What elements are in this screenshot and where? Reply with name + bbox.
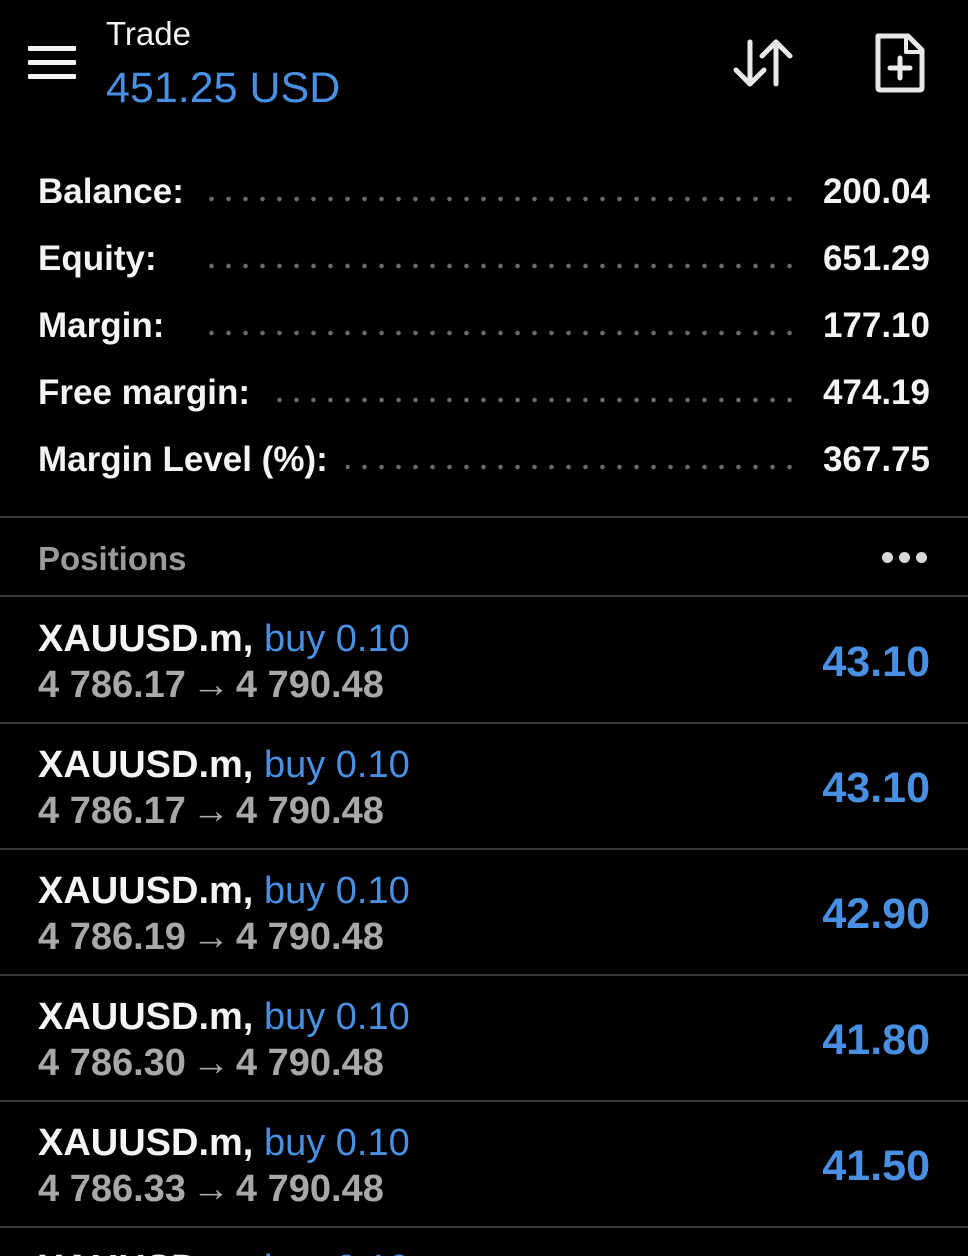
hamburger-menu-icon[interactable] <box>28 46 76 80</box>
open-price: 4 786.19 <box>38 916 186 958</box>
arrow-right-icon: → <box>191 664 230 706</box>
open-price: 4 786.17 <box>38 790 186 832</box>
summary-label: Margin: <box>38 306 183 346</box>
sort-arrows-icon[interactable] <box>732 36 794 90</box>
summary-label: Margin Level (%): <box>38 440 346 480</box>
position-row[interactable]: XAUUSD.m, buy 0.10 4 786.17 → 4 790.48 43.… <box>0 724 968 850</box>
dotted-leader <box>200 397 798 403</box>
position-symbol: XAUUSD.m, <box>38 870 254 912</box>
position-profit: 41.80 <box>822 1016 930 1064</box>
current-price: 4 790.48 <box>235 790 384 832</box>
summary-value: 177.10 <box>804 306 930 346</box>
position-profit: 42.90 <box>822 890 930 938</box>
position-prices: 4 786.30 → 4 790.48 <box>38 1040 384 1086</box>
current-price: 4 790.48 <box>235 916 384 958</box>
dotted-leader <box>200 263 798 269</box>
summary-row-margin: Margin: 177.10 <box>0 292 968 359</box>
page-title: Trade <box>106 15 191 52</box>
position-side: buy 0.10 <box>263 996 410 1038</box>
position-title: XAUUSD.m, buy 0.10 <box>38 1246 410 1256</box>
position-symbol: XAUUSD.m, <box>38 618 254 660</box>
arrow-right-icon: → <box>191 1168 230 1210</box>
arrow-right-icon: → <box>191 790 230 832</box>
position-prices: 4 786.17 → 4 790.48 <box>38 788 384 834</box>
position-symbol: XAUUSD.m, <box>38 1122 254 1164</box>
position-side: buy 0.10 <box>263 618 410 660</box>
summary-value: 474.19 <box>804 373 930 413</box>
summary-value: 200.04 <box>804 172 930 212</box>
open-price: 4 786.17 <box>38 664 186 706</box>
position-row[interactable]: XAUUSD.m, buy 0.10 4 786.33 → 4 790.48 41.… <box>0 1102 968 1228</box>
position-side: buy 0.10 <box>263 744 410 786</box>
position-row[interactable]: XAUUSD.m, buy 0.10 4 786.30 → 4 790.48 41.… <box>0 976 968 1102</box>
position-title: XAUUSD.m, buy 0.10 <box>38 868 410 914</box>
open-price: 4 786.33 <box>38 1168 186 1210</box>
arrow-right-icon: → <box>191 916 230 958</box>
position-title: XAUUSD.m, buy 0.10 <box>38 742 410 788</box>
position-symbol: XAUUSD.m, <box>38 744 254 786</box>
summary-row-balance: Balance: 200.04 <box>0 158 968 225</box>
current-price: 4 790.48 <box>235 664 384 706</box>
arrow-right-icon: → <box>191 1042 230 1084</box>
position-title: XAUUSD.m, buy 0.10 <box>38 616 410 662</box>
position-title: XAUUSD.m, buy 0.10 <box>38 994 410 1040</box>
more-dots-icon[interactable] <box>882 552 928 564</box>
open-price: 4 786.30 <box>38 1042 186 1084</box>
positions-header: Positions <box>0 520 968 596</box>
app-header: Trade 451.25 USD <box>0 0 968 150</box>
summary-label: Balance: <box>38 172 202 212</box>
new-document-icon[interactable] <box>872 32 928 94</box>
summary-row-margin-level: Margin Level (%): 367.75 <box>0 426 968 493</box>
position-prices: 4 786.33 → 4 790.48 <box>38 1166 384 1212</box>
summary-label: Free margin: <box>38 373 268 413</box>
current-price: 4 790.48 <box>235 1168 384 1210</box>
section-divider <box>0 595 968 597</box>
summary-row-free-margin: Free margin: 474.19 <box>0 359 968 426</box>
position-profit: 41.50 <box>822 1142 930 1190</box>
position-symbol: XAUUSD.m, <box>38 1248 253 1256</box>
dotted-leader <box>200 330 798 336</box>
position-title: XAUUSD.m, buy 0.10 <box>38 1120 410 1166</box>
positions-list: XAUUSD.m, buy 0.10 4 786.17 → 4 790.48 43.… <box>0 598 968 1228</box>
account-summary: Balance: 200.04 Equity: 651.29 Margin: 1… <box>0 158 968 493</box>
position-row[interactable]: XAUUSD.m, buy 0.10 4 786.19 → 4 790.48 42.… <box>0 850 968 976</box>
summary-row-equity: Equity: 651.29 <box>0 225 968 292</box>
position-row-partial[interactable]: XAUUSD.m, buy 0.10 <box>0 1228 968 1256</box>
position-profit: 43.10 <box>822 638 930 686</box>
dotted-leader <box>200 196 798 202</box>
position-prices: 4 786.17 → 4 790.48 <box>38 662 384 708</box>
position-profit: 43.10 <box>822 764 930 812</box>
section-divider <box>0 516 968 518</box>
summary-value: 367.75 <box>804 440 930 480</box>
positions-title: Positions <box>38 540 187 577</box>
summary-value: 651.29 <box>804 239 930 279</box>
position-side: buy 0.10 <box>264 1248 410 1256</box>
position-side: buy 0.10 <box>263 1122 410 1164</box>
summary-label: Equity: <box>38 239 175 279</box>
position-row[interactable]: XAUUSD.m, buy 0.10 4 786.17 → 4 790.48 43.… <box>0 598 968 724</box>
header-balance: 451.25 USD <box>106 64 341 112</box>
position-side: buy 0.10 <box>263 870 410 912</box>
position-prices: 4 786.19 → 4 790.48 <box>38 914 384 960</box>
position-symbol: XAUUSD.m, <box>38 996 254 1038</box>
current-price: 4 790.48 <box>235 1042 384 1084</box>
